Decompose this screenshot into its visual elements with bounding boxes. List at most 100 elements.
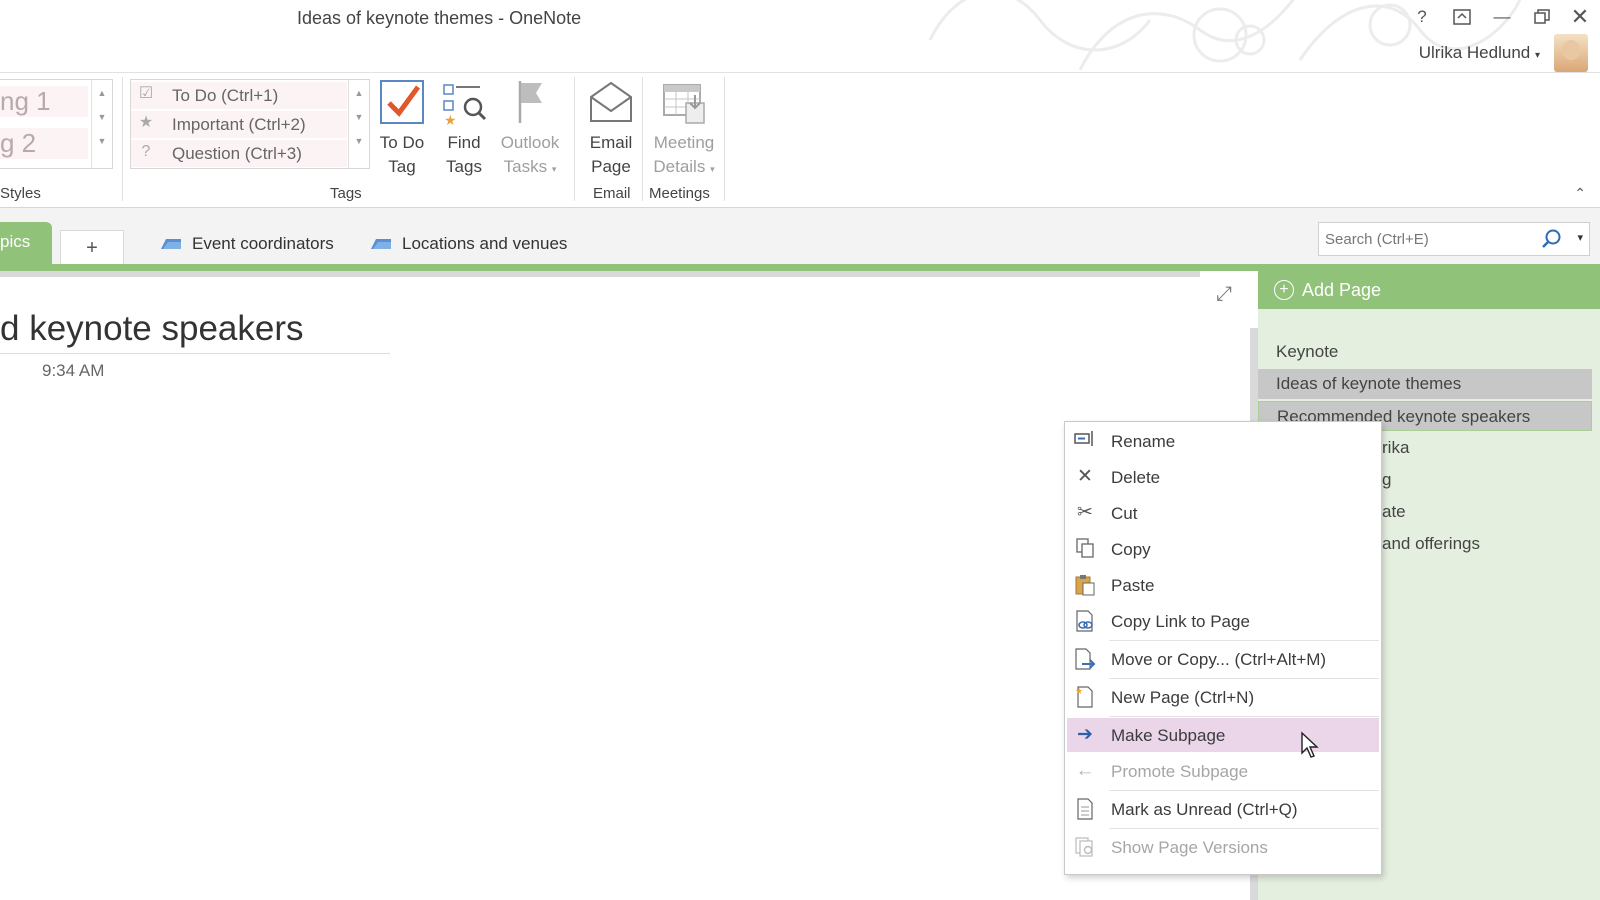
user-account[interactable]: Ulrika Hedlund ▾ (1419, 43, 1540, 63)
page-item[interactable]: Keynote (1258, 337, 1592, 367)
button-label: Page (591, 157, 631, 176)
tag-label: To Do (Ctrl+1) (172, 86, 279, 105)
section-label: Locations and venues (402, 234, 568, 253)
search-icon[interactable] (1541, 228, 1563, 250)
page-item-label: ate (1382, 502, 1406, 521)
scroll-up-icon[interactable]: ▲ (92, 88, 112, 98)
menu-item-mark-as-unread[interactable]: Mark as Unread (Ctrl+Q) (1067, 792, 1379, 826)
tag-todo[interactable]: ☑ To Do (Ctrl+1) (131, 82, 347, 109)
menu-item-label: Cut (1111, 504, 1138, 523)
scroll-down-icon[interactable]: ▼ (92, 112, 112, 122)
menu-item-move-or-copy[interactable]: Move or Copy... (Ctrl+Alt+M) (1067, 642, 1379, 676)
menu-item-rename[interactable]: Rename (1067, 424, 1379, 458)
chevron-down-icon[interactable]: ▾ (1577, 231, 1583, 244)
menu-item-label: Promote Subpage (1111, 762, 1249, 781)
section-tab-active[interactable]: pics (0, 222, 52, 264)
restore-icon (1534, 9, 1550, 24)
chevron-up-icon: ⌃ (1574, 185, 1586, 201)
tags-scroll[interactable]: ▲ ▼ ▼ (348, 80, 369, 168)
styles-gallery: ng 1 g 2 ▲ ▼ ▼ (0, 79, 113, 169)
email-group-label: Email (593, 185, 631, 202)
scroll-down-icon[interactable]: ▼ (349, 112, 369, 122)
menu-item-label: Move or Copy... (Ctrl+Alt+M) (1111, 650, 1327, 669)
menu-item-label: Rename (1111, 432, 1176, 451)
ribbon: ng 1 g 2 ▲ ▼ ▼ Styles ☑ To Do (Ctrl+1) ★… (0, 73, 1600, 208)
email-page-button[interactable]: Email Page (580, 77, 642, 179)
menu-item-label: Copy (1111, 540, 1151, 559)
page-title[interactable]: d keynote speakers (0, 309, 304, 349)
button-label: Details (653, 157, 706, 176)
find-tags-button[interactable]: ★ Find Tags (436, 77, 492, 179)
rename-icon (1073, 430, 1097, 452)
menu-item-label: Show Page Versions (1111, 838, 1268, 857)
menu-item-delete[interactable]: ✕ Delete (1067, 460, 1379, 494)
menu-item-make-subpage[interactable]: ➔ Make Subpage (1067, 718, 1379, 752)
styles-scroll[interactable]: ▲ ▼ ▼ (91, 80, 112, 168)
paste-icon (1073, 574, 1097, 596)
menu-item-new-page[interactable]: ★ New Page (Ctrl+N) (1067, 680, 1379, 714)
restore-button[interactable] (1527, 4, 1557, 30)
envelope-icon (587, 77, 635, 129)
minimize-icon: — (1493, 7, 1511, 26)
menu-separator (1109, 716, 1379, 717)
close-button[interactable]: ✕ (1565, 4, 1595, 30)
button-label: Outlook (500, 133, 560, 152)
menu-item-label: Paste (1111, 576, 1155, 595)
tag-label: Question (Ctrl+3) (172, 144, 302, 163)
minimize-button[interactable]: — (1487, 4, 1517, 30)
add-page-button[interactable]: + Add Page (1258, 271, 1600, 309)
tags-group-label: Tags (330, 185, 362, 202)
horizontal-scrollbar[interactable] (0, 271, 1200, 277)
tag-question[interactable]: ? Question (Ctrl+3) (131, 140, 347, 167)
find-tags-icon: ★ (440, 77, 488, 129)
tag-important[interactable]: ★ Important (Ctrl+2) (131, 111, 347, 138)
star-icon: ★ (138, 114, 154, 131)
svg-text:★: ★ (444, 112, 457, 127)
page-context-menu: Rename ✕ Delete ✂ Cut Copy Paste Copy Li… (1064, 421, 1382, 875)
search-input[interactable]: Search (Ctrl+E) ▾ (1318, 222, 1590, 256)
page-item-label: Keynote (1276, 342, 1339, 361)
svg-text:★: ★ (1075, 686, 1083, 696)
question-icon: ? (141, 143, 151, 160)
page-item-selected[interactable]: Ideas of keynote themes (1258, 369, 1592, 399)
section-color-bar (0, 264, 1600, 271)
more-icon[interactable]: ▼ (92, 136, 112, 146)
add-section-button[interactable]: + (60, 230, 124, 265)
style-heading-2[interactable]: g 2 (0, 128, 88, 159)
section-group-icon (161, 239, 181, 249)
button-label: Meeting (653, 133, 715, 152)
full-page-view-icon[interactable]: ⤢ (1216, 283, 1232, 306)
outlook-tasks-button[interactable]: Outlook Tasks ▾ (494, 77, 566, 181)
menu-item-copy-link[interactable]: Copy Link to Page (1067, 604, 1379, 638)
menu-item-promote-subpage[interactable]: ← Promote Subpage (1067, 754, 1379, 788)
link-icon (1073, 610, 1097, 632)
section-group-locations-and-venues[interactable]: Locations and venues (370, 234, 567, 254)
menu-item-paste[interactable]: Paste (1067, 568, 1379, 602)
more-icon[interactable]: ▼ (349, 136, 369, 146)
divider (122, 77, 123, 201)
search-placeholder: Search (Ctrl+E) (1325, 231, 1429, 248)
menu-item-cut[interactable]: ✂ Cut (1067, 496, 1379, 530)
avatar[interactable] (1554, 34, 1588, 72)
menu-item-show-page-versions[interactable]: Show Page Versions (1067, 830, 1379, 864)
menu-item-copy[interactable]: Copy (1067, 532, 1379, 566)
button-label: Email (589, 133, 633, 152)
plus-icon: + (86, 237, 98, 259)
button-label: Tags (446, 157, 482, 176)
section-group-event-coordinators[interactable]: Event coordinators (160, 234, 334, 254)
move-page-icon (1073, 648, 1097, 670)
user-name: Ulrika Hedlund (1418, 43, 1531, 62)
ribbon-display-options-button[interactable] (1447, 4, 1477, 30)
button-label: Tasks (503, 157, 548, 176)
meeting-details-button[interactable]: Meeting Details ▾ (646, 77, 722, 181)
add-page-label: Add Page (1302, 280, 1382, 300)
help-button[interactable]: ? (1407, 4, 1437, 30)
divider (724, 77, 725, 201)
section-label: Event coordinators (192, 234, 334, 253)
style-heading-1[interactable]: ng 1 (0, 86, 88, 117)
scroll-up-icon[interactable]: ▲ (349, 88, 369, 98)
arrow-left-icon: ← (1075, 760, 1095, 781)
button-label: To Do (379, 133, 425, 152)
collapse-ribbon-button[interactable]: ⌃ (1574, 185, 1586, 202)
todo-tag-button[interactable]: To Do Tag (374, 77, 430, 179)
